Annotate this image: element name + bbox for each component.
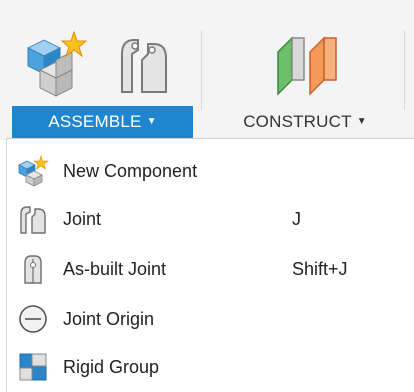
joint-icon (17, 203, 49, 235)
new-component-icon (17, 154, 49, 187)
menu-item-joint-origin[interactable]: Joint Origin (7, 295, 414, 343)
assemble-menu: New Component Joint J As-built Joint Shi… (6, 138, 414, 392)
toolbar-separator (404, 30, 405, 110)
menu-item-label: Rigid Group (63, 356, 160, 377)
caret-down-icon: ▼ (146, 115, 157, 127)
new-component-toolbar-icon[interactable] (22, 30, 92, 98)
menu-item-shortcut: Shift+J (292, 258, 348, 279)
construct-dropdown[interactable]: CONSTRUCT ▼ (215, 106, 395, 138)
assemble-dropdown[interactable]: ASSEMBLE ▼ (12, 106, 193, 138)
caret-down-icon: ▼ (356, 115, 367, 127)
menu-item-rigid-group[interactable]: Rigid Group (7, 343, 414, 391)
menu-item-label: New Component (63, 160, 198, 181)
menu-item-label: Joint (63, 208, 102, 229)
construct-toolbar-icon[interactable] (270, 30, 346, 98)
joint-origin-icon (17, 303, 49, 335)
menu-item-as-built-joint[interactable]: As-built Joint Shift+J (7, 245, 414, 293)
toolbar-separator (201, 30, 202, 110)
menu-item-joint[interactable]: Joint J (7, 195, 414, 243)
as-built-joint-icon (17, 253, 49, 285)
rigid-group-icon (17, 351, 49, 383)
menu-item-new-component[interactable]: New Component (7, 147, 414, 195)
ribbon-toolbar: ASSEMBLE ▼ CONSTRUCT ▼ (0, 0, 414, 140)
assemble-label: ASSEMBLE (48, 112, 142, 131)
menu-item-label: Joint Origin (63, 308, 155, 329)
joint-toolbar-icon[interactable] (112, 32, 176, 98)
menu-item-shortcut: J (292, 208, 301, 229)
menu-item-label: As-built Joint (63, 258, 167, 279)
construct-label: CONSTRUCT (243, 112, 352, 131)
